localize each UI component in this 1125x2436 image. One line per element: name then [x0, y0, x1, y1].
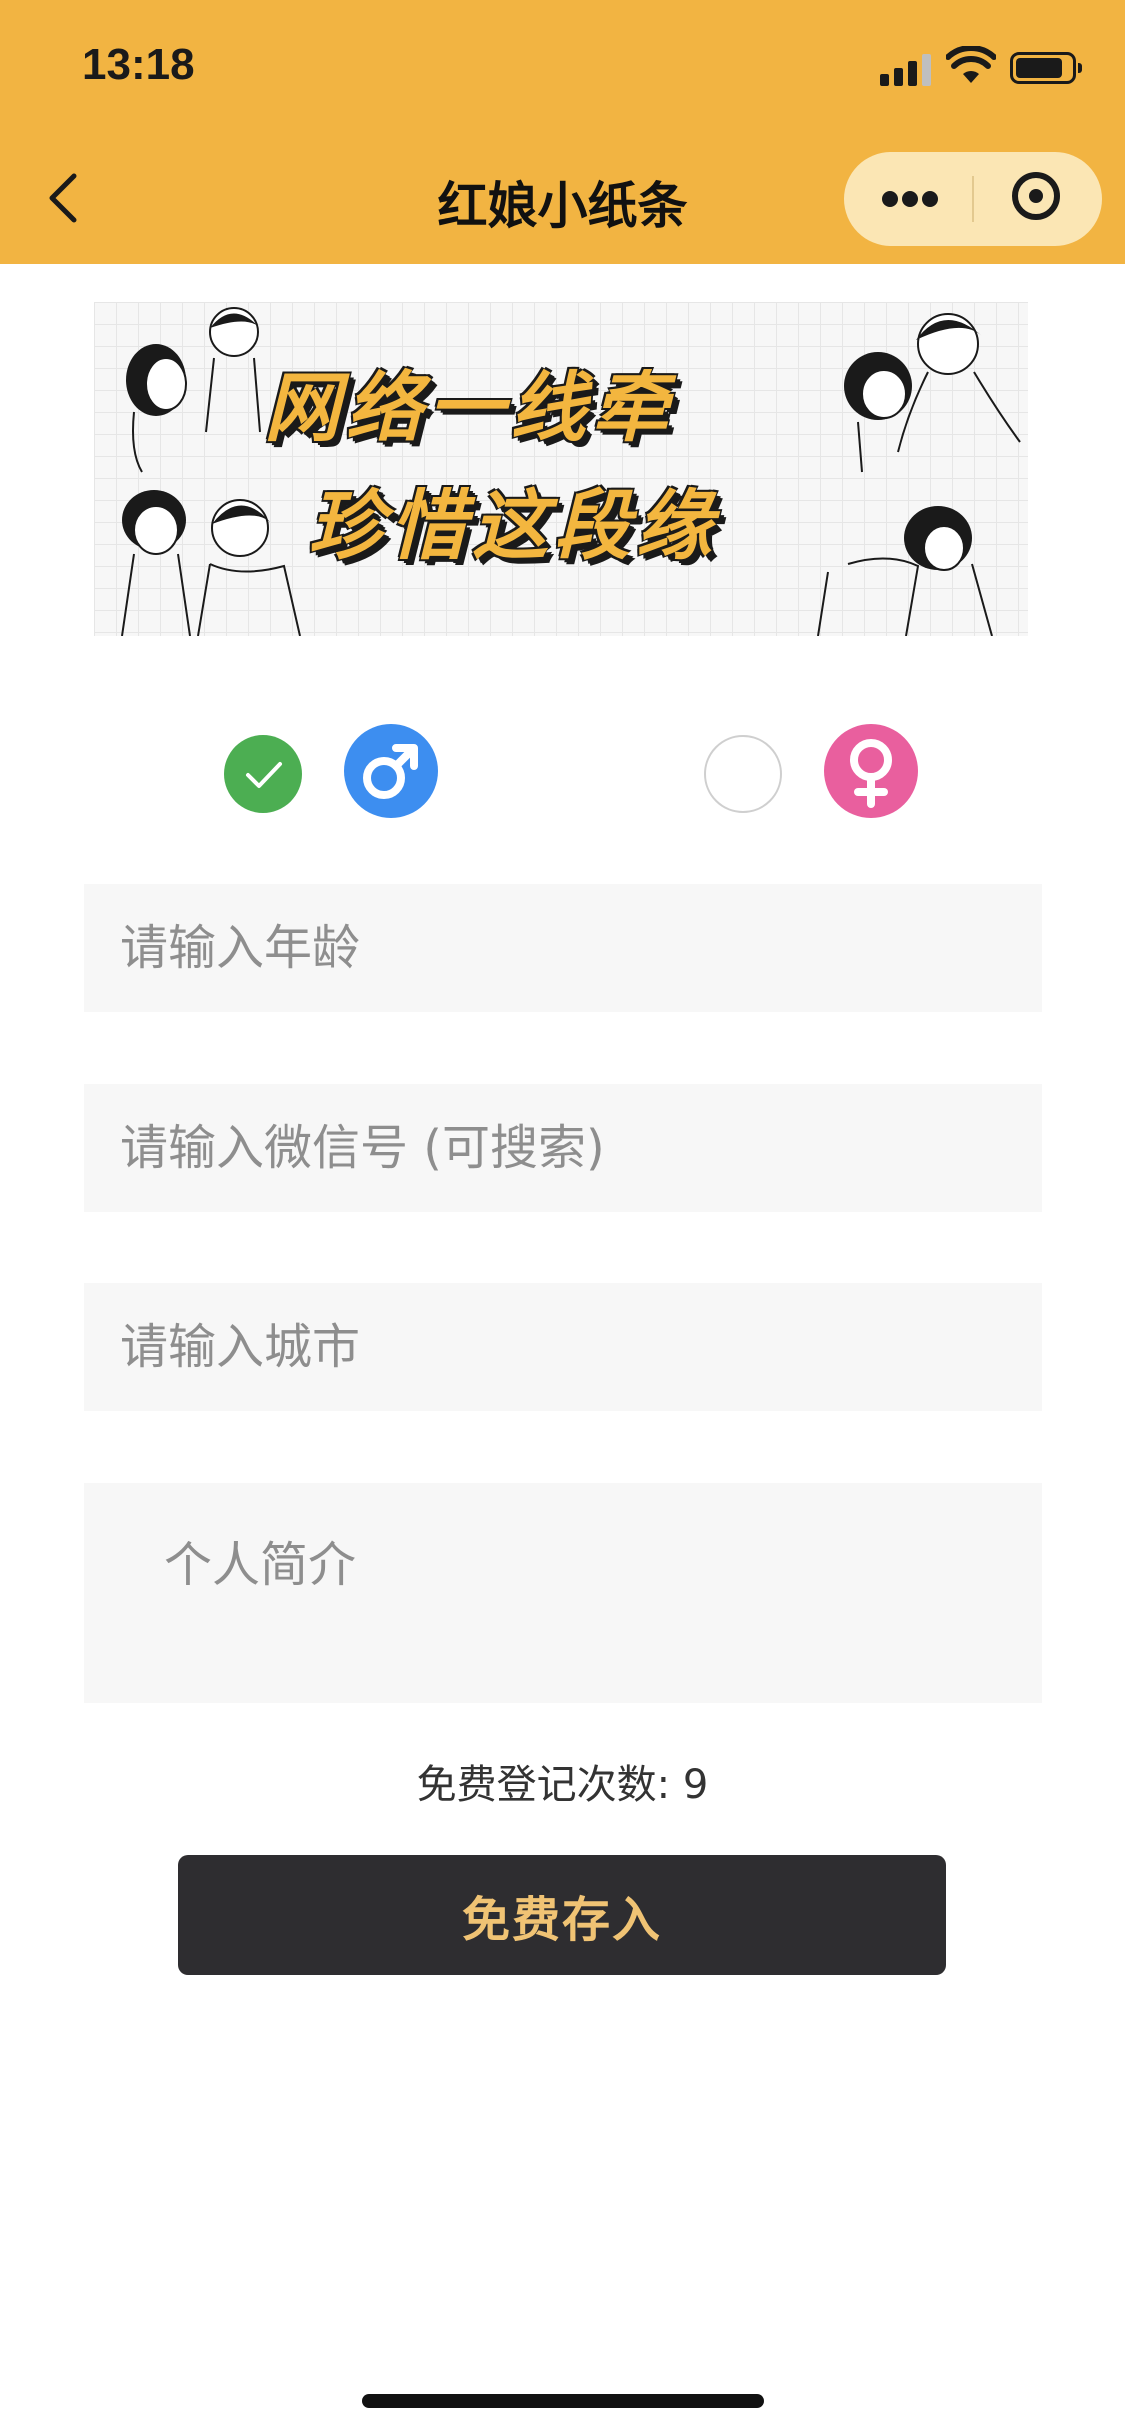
male-radio-button[interactable] [224, 735, 302, 813]
wifi-icon [946, 46, 996, 83]
intro-field-container [84, 1483, 1042, 1703]
banner-image: 网络一线牵 珍惜这段缘 [94, 302, 1028, 636]
close-mini-program-button[interactable] [974, 152, 1102, 246]
mini-program-capsule [844, 152, 1102, 246]
more-menu-button[interactable] [844, 152, 972, 246]
banner-slogan-line-1: 网络一线牵 [264, 363, 674, 452]
wechat-id-input[interactable] [84, 1084, 1042, 1212]
city-input[interactable] [84, 1283, 1042, 1411]
age-field-container [84, 884, 1042, 1012]
personal-intro-textarea[interactable] [84, 1483, 1042, 1703]
more-dots-icon [882, 191, 898, 207]
back-button[interactable] [36, 160, 96, 236]
couple-illustration-right [817, 313, 1021, 636]
male-symbol-icon[interactable] [344, 724, 438, 818]
cellular-signal-icon [880, 52, 934, 86]
female-symbol-icon[interactable] [824, 724, 918, 818]
free-save-button[interactable]: 免费存入 [178, 1855, 946, 1975]
wechat-field-container [84, 1084, 1042, 1212]
banner-slogan-line-2: 珍惜这段缘 [308, 481, 718, 570]
home-indicator[interactable] [362, 2394, 764, 2408]
battery-icon [1010, 52, 1082, 84]
top-bar: 13:18 红娘小纸条 [0, 0, 1125, 264]
status-time: 13:18 [82, 40, 195, 89]
free-registration-counter: 免费登记次数: 9 [416, 1762, 709, 1808]
chevron-left-icon [49, 173, 77, 223]
female-radio-button[interactable] [704, 735, 782, 813]
age-input[interactable] [84, 884, 1042, 1012]
city-field-container [84, 1283, 1042, 1411]
checkmark-icon [246, 762, 282, 788]
